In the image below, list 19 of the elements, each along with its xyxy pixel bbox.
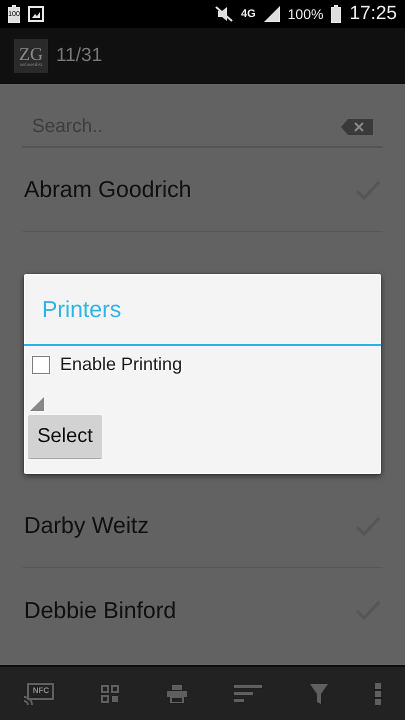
dialog-title: Printers	[24, 274, 381, 346]
clock: 17:25	[349, 3, 397, 25]
checkbox-label: Enable Printing	[60, 354, 182, 375]
battery-icon	[331, 5, 342, 23]
guest-name: Abram Goodrich	[24, 176, 192, 203]
network-type: 4G	[240, 8, 256, 20]
guest-name: Darby Weitz	[24, 512, 149, 539]
battery-icon	[8, 5, 20, 23]
image-icon	[28, 6, 44, 22]
guest-name: Debbie Binford	[24, 596, 176, 624]
battery-percent: 100%	[288, 6, 324, 22]
mute-icon	[214, 6, 233, 22]
clear-icon[interactable]	[341, 119, 373, 135]
nfc-button[interactable]: NFC	[20, 678, 58, 708]
signal-icon	[264, 6, 280, 22]
dropdown-corner-icon[interactable]	[30, 397, 44, 411]
checkbox[interactable]	[32, 356, 50, 374]
guest-count: 11/31	[56, 45, 102, 67]
select-button[interactable]: Select	[28, 415, 102, 459]
